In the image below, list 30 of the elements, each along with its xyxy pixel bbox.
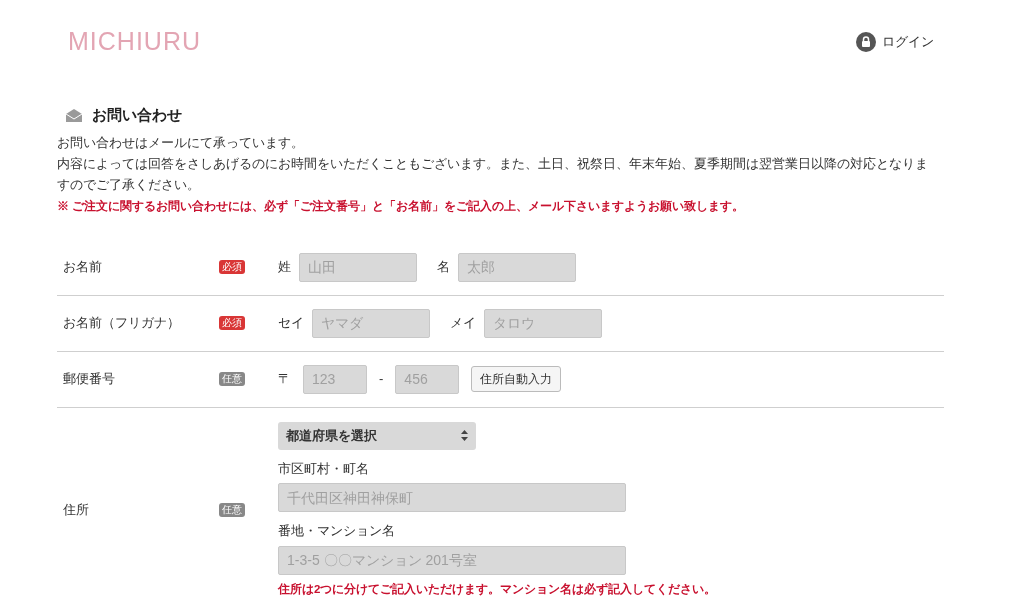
row-label: 郵便番号 <box>62 370 116 389</box>
separator: - <box>379 370 384 389</box>
field-label: 姓 <box>278 258 291 277</box>
intro-text: お問い合わせはメールにて承っています。 <box>57 134 305 152</box>
field-label: 名 <box>437 258 450 277</box>
login-link[interactable]: ログイン <box>856 32 934 52</box>
postal-mark: 〒 <box>278 370 291 389</box>
badge: 任意 <box>219 372 245 386</box>
text-field[interactable]: 太郎 <box>458 252 576 282</box>
row-label: 住所 <box>62 500 90 519</box>
field-label: セイ <box>278 314 304 333</box>
postal-field[interactable]: 123 <box>303 364 367 394</box>
row-label: お名前（フリガナ） <box>62 314 181 333</box>
badge: 必須 <box>219 260 245 274</box>
autofill-button[interactable]: 住所自動入力 <box>471 366 562 392</box>
notice-text: ※ ご注文に関するお問い合わせには、必ず「ご注文番号」と「お名前」をご記入の上、メール下さいますようお願い致します。 <box>57 198 746 215</box>
badge: 必須 <box>219 316 245 330</box>
address-note: 住所は2つに分けてご記入いただけます。マンション名は必ず記入してください。 <box>278 581 717 598</box>
field-label: メイ <box>450 314 476 333</box>
field-label: 市区町村・町名 <box>278 459 370 478</box>
badge: 任意 <box>219 502 245 517</box>
lock-icon <box>856 32 876 52</box>
intro-text: 内容によっては回答をさしあげるのにお時間をいただくこともございます。また、土日、祝祭日、年末年始、夏季期間は翌営業日以降の対応となりますのでご了承ください。 <box>57 155 929 194</box>
row-label: お名前 <box>62 258 103 277</box>
select-arrows-icon <box>461 430 468 441</box>
envelope-icon <box>66 108 82 122</box>
field-label: 番地・マンション名 <box>278 522 396 540</box>
prefecture-select[interactable]: 都道府県を選択 <box>278 421 476 450</box>
section-title: お問い合わせ <box>92 105 182 125</box>
postal-field[interactable]: 456 <box>395 364 460 394</box>
